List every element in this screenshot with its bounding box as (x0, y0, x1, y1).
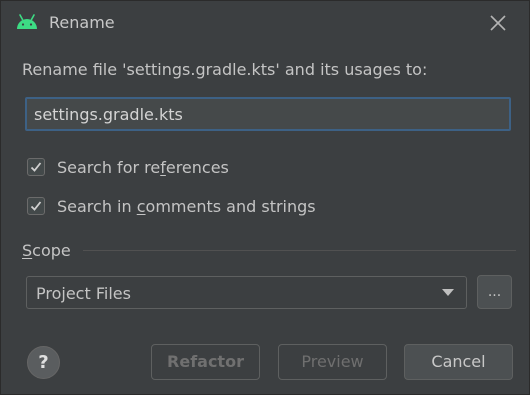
rename-dialog: Rename Rename file 'settings.gradle.kts'… (0, 0, 530, 395)
scope-dropdown[interactable]: Project Files (26, 276, 467, 309)
checkmark-icon (30, 201, 42, 211)
search-references-label: Search for references (57, 157, 229, 177)
search-references-checkbox[interactable] (27, 158, 45, 176)
preview-button[interactable]: Preview (278, 344, 387, 380)
scope-label: Scope (22, 241, 71, 260)
close-button[interactable] (486, 11, 510, 35)
scope-selected-value: Project Files (36, 284, 131, 303)
title-bar[interactable]: Rename (1, 1, 529, 45)
dropdown-arrow-icon (442, 289, 454, 296)
rename-prompt: Rename file 'settings.gradle.kts' and it… (22, 60, 428, 79)
search-comments-option[interactable]: Search in comments and strings (27, 195, 316, 217)
search-comments-label: Search in comments and strings (57, 196, 316, 216)
scope-separator (83, 250, 516, 251)
android-icon (17, 14, 37, 29)
refactor-button[interactable]: Refactor (151, 344, 260, 380)
checkmark-icon (30, 162, 42, 172)
search-comments-checkbox[interactable] (27, 197, 45, 215)
close-icon (490, 15, 506, 31)
cancel-button[interactable]: Cancel (404, 344, 513, 380)
help-button[interactable]: ? (27, 346, 60, 379)
scope-more-button[interactable]: ... (477, 275, 512, 309)
new-name-input[interactable] (25, 97, 511, 131)
dialog-title: Rename (49, 13, 115, 32)
search-references-option[interactable]: Search for references (27, 156, 229, 178)
